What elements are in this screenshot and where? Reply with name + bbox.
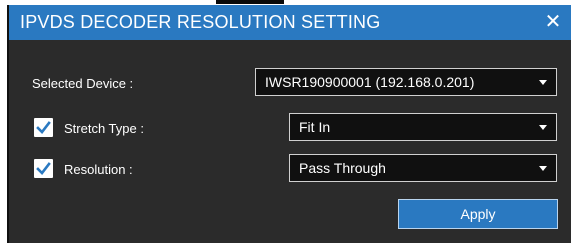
resolution-label: Resolution : [64,162,133,177]
selected-device-label: Selected Device : [32,76,134,91]
top-mark [216,0,284,4]
dialog-title: IPVDS DECODER RESOLUTION SETTING [20,12,381,32]
resolution-dropdown[interactable]: Pass Through [289,154,557,182]
stretch-type-checkbox[interactable] [34,118,53,137]
title-bar[interactable]: IPVDS DECODER RESOLUTION SETTING ✕ [9,5,571,40]
stretch-type-dropdown[interactable]: Fit In [289,113,557,141]
resolution-value: Pass Through [299,160,386,176]
selected-device-dropdown[interactable]: IWSR190900001 (192.168.0.201) [255,68,557,96]
checkmark-icon [36,121,51,134]
stretch-type-value: Fit In [299,119,331,135]
stretch-type-label: Stretch Type : [64,121,144,136]
checkmark-icon [36,162,51,175]
selected-device-value: IWSR190900001 (192.168.0.201) [265,74,475,90]
resolution-checkbox[interactable] [34,159,53,178]
chevron-down-icon [539,80,547,85]
chevron-down-icon [539,166,547,171]
apply-button[interactable]: Apply [398,199,558,229]
chevron-down-icon [539,125,547,130]
resolution-setting-dialog: IPVDS DECODER RESOLUTION SETTING ✕ Selec… [7,5,571,243]
close-icon: ✕ [544,11,562,33]
close-button[interactable]: ✕ [541,9,565,35]
